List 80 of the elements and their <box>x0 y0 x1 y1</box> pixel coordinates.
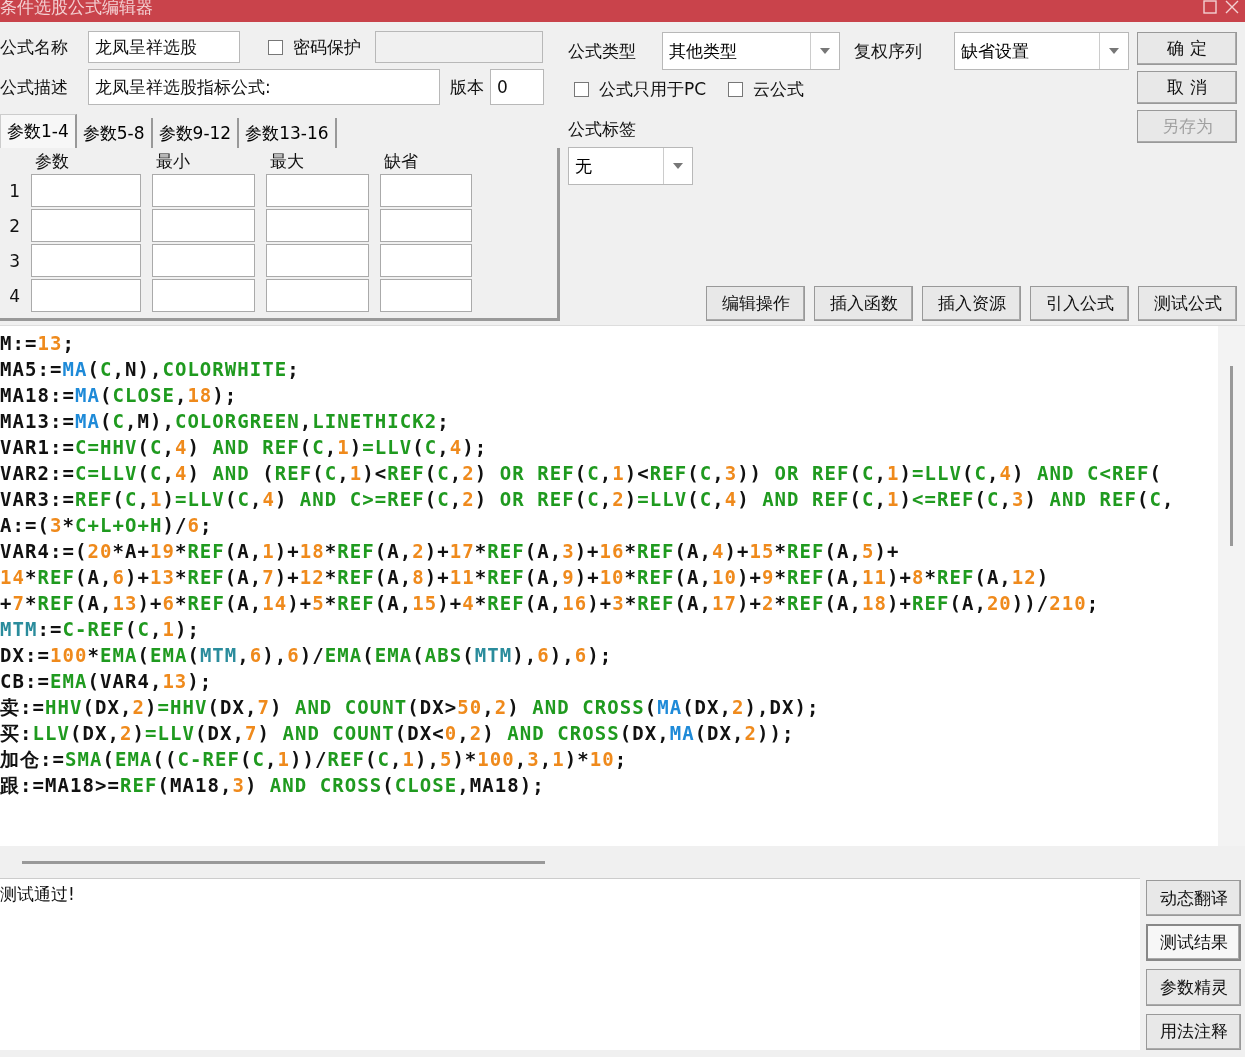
code-line: VAR1:=C=HHV(C,4) AND REF(C,1)=LLV(C,4); <box>0 435 489 460</box>
maximize-icon[interactable] <box>1203 0 1217 14</box>
tool-button[interactable]: 插入函数 <box>814 286 913 321</box>
rights-dropdown[interactable]: 缺省设置 <box>954 32 1129 70</box>
checkbox-label: 公式只用于PC <box>599 77 707 101</box>
code-line: 买:LLV(DX,2)=LLV(DX,7) AND COUNT(DX<0,2) AND CROSS(DX,MA(DX,2)); <box>0 721 796 746</box>
row-number: 1 <box>8 180 20 201</box>
param-field[interactable] <box>152 174 255 207</box>
dropdown-arrow-icon <box>1109 48 1119 54</box>
dropdown-arrow-icon <box>673 163 683 169</box>
param-field[interactable] <box>266 279 369 312</box>
code-line: +7*REF(A,13)+6*REF(A,14)+5*REF(A,15)+4*REF(A,16)+3*REF(A,17)+2*REF(A,18)+REF(A,20))/210; <box>0 591 1101 616</box>
action-button[interactable]: 取 消 <box>1137 71 1237 104</box>
param-field[interactable] <box>31 244 141 277</box>
version-field[interactable]: 0 <box>490 69 544 105</box>
param-field[interactable] <box>266 244 369 277</box>
tool-button[interactable]: 插入资源 <box>922 286 1021 321</box>
type-dropdown[interactable]: 其他类型 <box>662 32 840 70</box>
close-icon[interactable] <box>1225 0 1239 14</box>
dropdown-arrow-icon <box>820 48 830 54</box>
code-line: MA5:=MA(C,N),COLORWHITE; <box>0 357 301 382</box>
description-field[interactable]: 龙凤呈祥选股指标公式: <box>88 69 440 105</box>
field-label: 版本 <box>450 75 484 99</box>
row-number: 3 <box>8 250 20 271</box>
scrollbar-thumb[interactable] <box>22 860 545 864</box>
param-field[interactable] <box>380 174 472 207</box>
param-field[interactable] <box>152 279 255 312</box>
scrollbar-thumb[interactable] <box>1230 366 1233 546</box>
action-button[interactable]: 确 定 <box>1137 32 1237 65</box>
checkbox-label: 密码保护 <box>293 35 361 59</box>
field-label: 公式类型 <box>568 39 637 63</box>
code-line: MA18:=MA(CLOSE,18); <box>0 383 239 408</box>
param-field[interactable] <box>380 279 472 312</box>
field-label: 复权序列 <box>854 39 923 63</box>
field-label: 公式名称 <box>0 35 69 59</box>
output-text: 测试通过! <box>0 884 75 904</box>
column-header: 参数 <box>34 150 70 172</box>
code-line: VAR4:=(20*A+19*REF(A,1)+18*REF(A,2)+17*REF(A,3)+16*REF(A,4)+15*REF(A,5)+ <box>0 539 901 564</box>
tool-button[interactable]: 编辑操作 <box>706 286 805 321</box>
tool-button[interactable]: 测试公式 <box>1138 286 1237 321</box>
row-number: 4 <box>8 285 20 306</box>
code-line: 卖:=HHV(DX,2)=HHV(DX,7) AND COUNT(DX>50,2) AND CROSS(MA(DX,2),DX); <box>0 695 821 720</box>
param-field[interactable] <box>266 174 369 207</box>
side-button[interactable]: 参数精灵 <box>1146 969 1241 1006</box>
name-field[interactable]: 龙凤呈祥选股 <box>88 31 240 63</box>
code-line: VAR2:=C=LLV(C,4) AND (REF(C,1)<REF(C,2) OR REF(C,1)<REF(C,3)) OR REF(C,1)=LLV(C,4) AND C<REF( <box>0 461 1163 486</box>
code-line: VAR3:=REF(C,1)=LLV(C,4) AND C>=REF(C,2) OR REF(C,2)=LLV(C,4) AND REF(C,1)<=REF(C,3) AND REF(C, <box>0 487 1176 512</box>
side-button[interactable]: 用法注释 <box>1146 1013 1241 1050</box>
checkbox[interactable] <box>728 81 744 97</box>
tab[interactable]: 参数1-4 <box>0 114 77 148</box>
code-line: M:=13; <box>0 331 76 356</box>
code-line: 跟:=MA18>=REF(MA18,3) AND CROSS(CLOSE,MA18); <box>0 773 546 798</box>
checkbox[interactable] <box>268 39 283 55</box>
column-header: 最大 <box>269 150 305 172</box>
column-header: 最小 <box>155 150 191 172</box>
field-label: 公式标签 <box>568 118 637 141</box>
code-line: CB:=EMA(VAR4,13); <box>0 669 214 694</box>
tool-button[interactable]: 引入公式 <box>1030 286 1129 321</box>
checkbox[interactable] <box>574 81 589 97</box>
field-label: 公式描述 <box>0 75 69 99</box>
param-field[interactable] <box>152 209 255 242</box>
param-field[interactable] <box>31 174 141 207</box>
param-field[interactable] <box>266 209 369 242</box>
param-field[interactable] <box>152 244 255 277</box>
param-field[interactable] <box>380 244 472 277</box>
code-line: 加仓:=SMA(EMA((C-REF(C,1))/REF(C,1),5)*100,3,1)*10; <box>0 747 629 772</box>
checkbox-label: 云公式 <box>753 77 805 101</box>
code-line: MTM:=C-REF(C,1); <box>0 617 201 642</box>
column-header: 缺省 <box>383 150 419 172</box>
code-line: DX:=100*EMA(EMA(MTM,6),6)/EMA(EMA(ABS(MTM),6),6); <box>0 643 614 668</box>
row-number: 2 <box>8 215 20 236</box>
code-line: 14*REF(A,6)+13*REF(A,7)+12*REF(A,8)+11*REF(A,9)+10*REF(A,10)+9*REF(A,11)+8*REF(A,12) <box>0 565 1051 590</box>
param-field[interactable] <box>31 209 141 242</box>
param-field[interactable] <box>380 209 472 242</box>
param-field[interactable] <box>31 279 141 312</box>
side-button[interactable]: 测试结果 <box>1146 924 1241 962</box>
side-button[interactable]: 动态翻译 <box>1146 880 1241 917</box>
code-line: A:=(3*C+L+O+H)/6; <box>0 513 214 538</box>
code-line: MA13:=MA(C,M),COLORGREEN,LINETHICK2; <box>0 409 451 434</box>
tag-dropdown[interactable]: 无 <box>568 147 693 185</box>
